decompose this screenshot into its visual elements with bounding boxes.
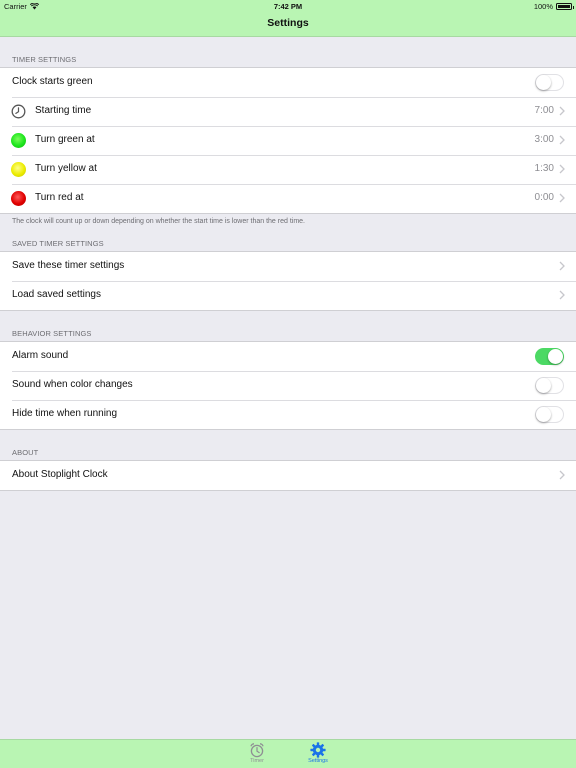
navigation-bar: Carrier 7:42 PM 100% Settings [0, 0, 576, 37]
turn-yellow-value: 1:30 [534, 163, 554, 174]
battery-indicator: 100% [533, 2, 574, 11]
turn-red-value: 0:00 [534, 192, 554, 203]
load-settings-row[interactable]: Load saved settings [0, 281, 576, 310]
green-light-icon [11, 133, 26, 148]
behavior-settings-group: Alarm sound Sound when color changes Hid… [0, 341, 576, 430]
clock-starts-green-toggle[interactable] [535, 74, 564, 91]
saved-timer-settings-header: SAVED TIMER SETTINGS [12, 239, 104, 248]
about-group: About Stoplight Clock [0, 460, 576, 491]
load-settings-label: Load saved settings [12, 289, 101, 300]
tab-bar: Timer Settings [0, 739, 576, 768]
clock-icon [11, 104, 26, 119]
gear-icon [310, 742, 326, 758]
chevron-right-icon [559, 470, 565, 480]
sound-color-change-row: Sound when color changes [0, 371, 576, 400]
behavior-settings-header: BEHAVIOR SETTINGS [12, 329, 92, 338]
starting-time-value: 7:00 [534, 105, 554, 116]
about-app-row[interactable]: About Stoplight Clock [0, 461, 576, 490]
turn-green-value: 3:00 [534, 134, 554, 145]
battery-icon [556, 3, 574, 10]
battery-percent: 100% [533, 2, 553, 11]
tab-settings[interactable]: Settings [298, 742, 338, 764]
tab-timer[interactable]: Timer [237, 742, 277, 764]
about-app-label: About Stoplight Clock [12, 469, 108, 480]
chevron-right-icon [559, 261, 565, 271]
turn-green-row[interactable]: Turn green at 3:00 [0, 126, 576, 155]
status-bar: Carrier 7:42 PM 100% [0, 0, 576, 12]
page-title: Settings [267, 17, 309, 29]
starting-time-label: Starting time [35, 105, 92, 116]
alarm-clock-icon [250, 743, 264, 758]
chevron-right-icon [559, 290, 565, 300]
sound-color-change-label: Sound when color changes [12, 379, 133, 390]
saved-timer-settings-group: Save these timer settings Load saved set… [0, 251, 576, 311]
turn-green-label: Turn green at [35, 134, 95, 145]
alarm-sound-row: Alarm sound [0, 342, 576, 371]
tab-timer-label: Timer [250, 758, 264, 764]
hide-time-toggle[interactable] [535, 406, 564, 423]
chevron-right-icon [559, 106, 565, 116]
chevron-right-icon [559, 164, 565, 174]
timer-settings-header: TIMER SETTINGS [12, 55, 77, 64]
turn-yellow-row[interactable]: Turn yellow at 1:30 [0, 155, 576, 184]
save-settings-label: Save these timer settings [12, 260, 125, 271]
hide-time-label: Hide time when running [12, 408, 118, 419]
save-settings-row[interactable]: Save these timer settings [0, 252, 576, 281]
turn-red-row[interactable]: Turn red at 0:00 [0, 184, 576, 213]
about-header: ABOUT [12, 448, 39, 457]
chevron-right-icon [559, 135, 565, 145]
chevron-right-icon [559, 193, 565, 203]
tab-settings-label: Settings [308, 758, 328, 764]
status-time: 7:42 PM [273, 2, 303, 11]
turn-yellow-label: Turn yellow at [35, 163, 97, 174]
timer-settings-footer: The clock will count up or down dependin… [12, 218, 305, 225]
sound-color-change-toggle[interactable] [535, 377, 564, 394]
timer-settings-group: Clock starts green Starting time 7:00 Tu… [0, 67, 576, 214]
clock-starts-green-row: Clock starts green [0, 68, 576, 97]
turn-red-label: Turn red at [35, 192, 84, 203]
alarm-sound-label: Alarm sound [12, 350, 69, 361]
yellow-light-icon [11, 162, 26, 177]
red-light-icon [11, 191, 26, 206]
hide-time-row: Hide time when running [0, 400, 576, 429]
alarm-sound-toggle[interactable] [535, 348, 564, 365]
clock-starts-green-label: Clock starts green [12, 76, 93, 87]
starting-time-row[interactable]: Starting time 7:00 [0, 97, 576, 126]
